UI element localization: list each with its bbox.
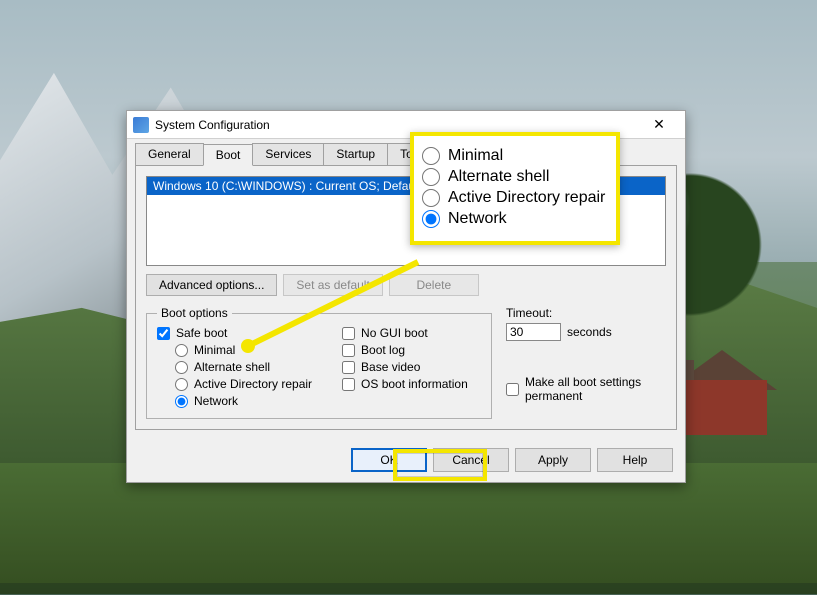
tab-services[interactable]: Services	[252, 143, 324, 165]
delete-button: Delete	[389, 274, 479, 296]
tab-general[interactable]: General	[135, 143, 204, 165]
radio-minimal[interactable]: Minimal	[175, 343, 312, 357]
make-permanent-checkbox[interactable]: Make all boot settings permanent	[506, 375, 666, 403]
boot-log-checkbox[interactable]: Boot log	[342, 343, 468, 357]
apply-button[interactable]: Apply	[515, 448, 591, 472]
boot-options-legend: Boot options	[157, 306, 232, 320]
app-icon	[133, 117, 149, 133]
window-title: System Configuration	[155, 118, 639, 132]
callout-radio-network: Network	[422, 210, 610, 228]
set-as-default-button: Set as default	[283, 274, 382, 296]
help-button[interactable]: Help	[597, 448, 673, 472]
ok-button[interactable]: OK	[351, 448, 427, 472]
no-gui-boot-checkbox[interactable]: No GUI boot	[342, 326, 468, 340]
timeout-unit: seconds	[567, 325, 612, 339]
callout-radio-active-directory-repair: Active Directory repair	[422, 189, 610, 207]
tab-boot[interactable]: Boot	[203, 144, 254, 166]
timeout-group: Timeout: seconds	[506, 306, 666, 341]
dialog-button-row: OK Cancel Apply Help	[127, 438, 685, 482]
tab-startup[interactable]: Startup	[323, 143, 388, 165]
base-video-checkbox[interactable]: Base video	[342, 360, 468, 374]
safe-boot-checkbox[interactable]: Safe boot	[157, 326, 312, 340]
radio-alternate-shell[interactable]: Alternate shell	[175, 360, 312, 374]
cancel-button[interactable]: Cancel	[433, 448, 509, 472]
radio-active-directory-repair[interactable]: Active Directory repair	[175, 377, 312, 391]
advanced-options-button[interactable]: Advanced options...	[146, 274, 277, 296]
callout-radio-alternate-shell: Alternate shell	[422, 168, 610, 186]
radio-network[interactable]: Network	[175, 394, 312, 408]
close-icon[interactable]: ✕	[639, 115, 679, 135]
callout-radio-minimal: Minimal	[422, 147, 610, 165]
callout-safe-boot-modes: Minimal Alternate shell Active Directory…	[410, 132, 620, 245]
os-boot-info-checkbox[interactable]: OS boot information	[342, 377, 468, 391]
timeout-input[interactable]	[506, 323, 561, 341]
timeout-label: Timeout:	[506, 306, 666, 320]
boot-options-group: Boot options Safe boot Minimal	[146, 306, 492, 419]
